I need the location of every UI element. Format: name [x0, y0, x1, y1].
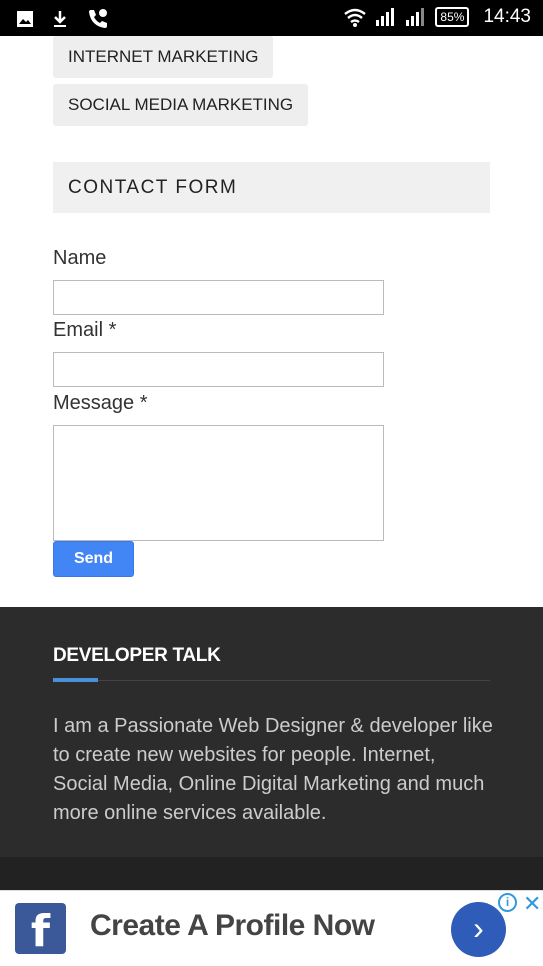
send-button[interactable]: Send: [53, 541, 134, 577]
ad-info-icon[interactable]: i: [498, 893, 517, 912]
name-label: Name: [53, 247, 107, 269]
email-label: Email *: [53, 319, 117, 341]
status-bar: 85% 14:43: [0, 0, 543, 36]
battery-indicator: 85%: [435, 7, 470, 27]
close-icon[interactable]: ✕: [523, 891, 541, 917]
tag-social-media-marketing[interactable]: SOCIAL MEDIA MARKETING: [53, 84, 309, 126]
ad-banner[interactable]: f Create A Profile Now › i ✕: [0, 890, 543, 966]
footer-description: I am a Passionate Web Designer & develop…: [53, 715, 493, 824]
message-label: Message *: [53, 392, 148, 414]
tag-internet-marketing[interactable]: INTERNET MARKETING: [53, 36, 274, 78]
facebook-icon: f: [15, 903, 66, 954]
phone-icon: [89, 9, 107, 28]
footer-widget: DEVELOPER TALK I am a Passionate Web Des…: [0, 607, 543, 857]
download-icon: [54, 11, 66, 27]
wifi-icon: [344, 8, 367, 27]
arrow-right-icon[interactable]: ›: [451, 902, 506, 957]
footer-accent-bar: [53, 678, 98, 682]
footer-bottom: [0, 857, 543, 890]
contact-form-title: CONTACT FORM: [53, 162, 490, 213]
image-icon: [17, 11, 33, 27]
email-input[interactable]: [53, 352, 384, 387]
name-input[interactable]: [53, 280, 384, 315]
message-textarea[interactable]: [53, 425, 384, 541]
footer-divider: [53, 680, 490, 681]
clock: 14:43: [483, 6, 531, 27]
signal-icon-2: [406, 8, 425, 26]
ad-text[interactable]: Create A Profile Now: [90, 909, 375, 943]
signal-icon: [376, 8, 395, 26]
footer-title: DEVELOPER TALK: [53, 645, 221, 666]
